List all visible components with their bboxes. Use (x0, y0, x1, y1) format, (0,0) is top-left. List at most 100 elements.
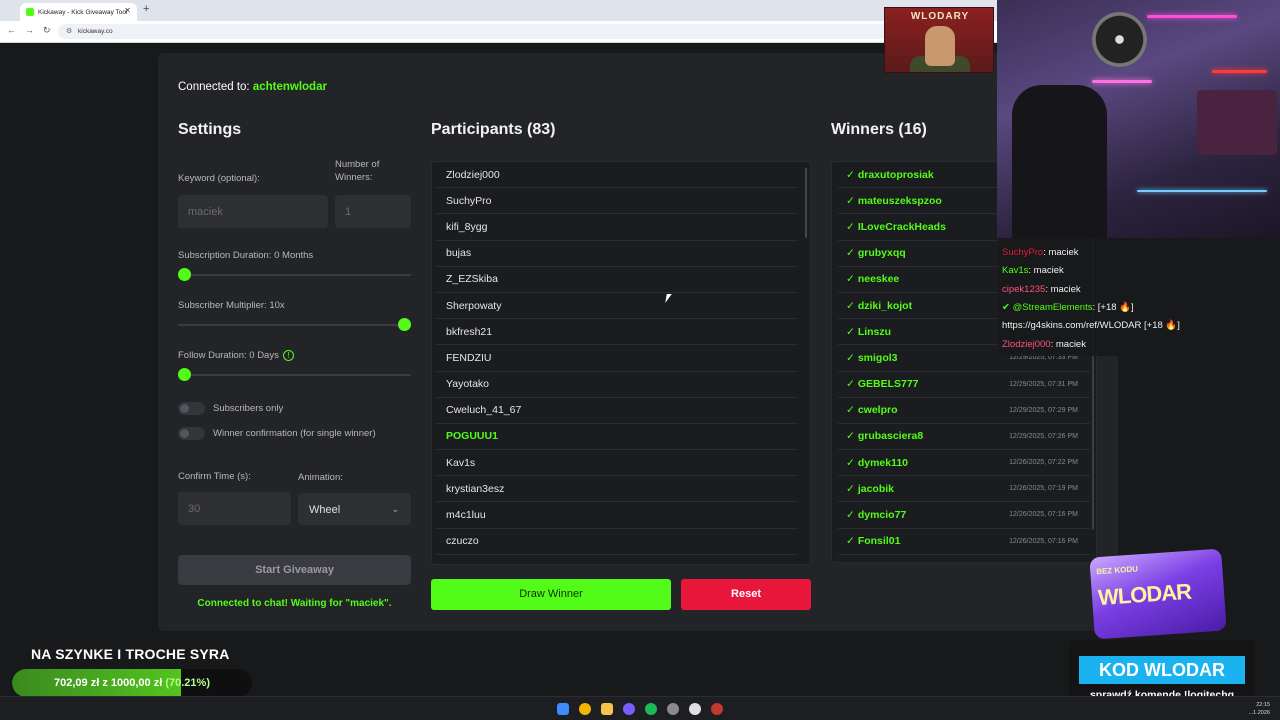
follow-duration-slider[interactable] (178, 368, 411, 381)
winner-timestamp: 12/26/2025, 07:22 PM (1009, 459, 1078, 467)
winner-name: neeskee (857, 273, 900, 286)
follow-duration-label: Follow Duration: 0 Days! (178, 349, 294, 362)
winner-name: Linszu (857, 325, 892, 338)
back-icon[interactable]: ← (7, 25, 16, 35)
winners-title: Winners (16) (831, 121, 927, 138)
promo-box: BEZ KODU WLODAR (1089, 548, 1227, 640)
promo-code-title: KOD WLODAR (1079, 656, 1245, 684)
slider-thumb[interactable] (398, 318, 411, 331)
neon-light (1147, 15, 1237, 18)
reset-button[interactable]: Reset (681, 579, 811, 610)
winner-timestamp: 12/26/2025, 07:16 PM (1009, 537, 1078, 545)
goal-target: 1000,00 zł (110, 677, 163, 689)
checkmark-icon: ✓ (846, 430, 855, 443)
donation-goal-title: NA SZYNKE I TROCHE SYRA (31, 646, 230, 662)
start-menu-icon[interactable] (557, 703, 569, 715)
winner-row: ✓ cwelpro 12/29/2025, 07:29 PM (838, 398, 1090, 424)
spotify-icon[interactable] (645, 703, 657, 715)
participant-row: krystian3esz (436, 476, 798, 503)
chat-text: : maciek (1050, 338, 1086, 350)
banner-text: WLODARY (910, 11, 970, 22)
winner-row: ✓ jacobik 12/26/2025, 07:19 PM (838, 476, 1090, 503)
forward-icon[interactable]: → (25, 25, 34, 35)
chat-message: Kav1s: maciek (1002, 265, 1064, 276)
chat-overlay: SuchyPro: maciek Kav1s: maciek cipek1235: … (998, 238, 1280, 356)
winners-count-input[interactable]: 1 (335, 195, 411, 228)
reload-icon[interactable]: ↻ (43, 25, 51, 36)
winner-name: mateuszekspzoo (857, 194, 942, 207)
slider-thumb[interactable] (178, 268, 191, 281)
chat-status: Connected to chat! Waiting for "maciek". (197, 598, 392, 609)
discord-icon[interactable] (623, 703, 635, 715)
checkmark-icon: ✓ (846, 378, 855, 391)
participants-title: Participants (83) (431, 121, 556, 138)
participants-scrollbar[interactable] (805, 168, 807, 238)
keyword-input[interactable]: maciek (178, 195, 328, 228)
participants-list[interactable]: Zlodziej000 SuchyPro kifi_8ygg bujas Z_EZSki… (431, 161, 811, 565)
checkmark-icon: ✓ (846, 325, 855, 338)
chrome-icon[interactable] (579, 703, 591, 715)
chat-text: : maciek (1045, 283, 1081, 295)
new-tab-icon[interactable]: + (143, 3, 149, 15)
info-icon[interactable]: ! (282, 349, 294, 361)
draw-winner-button[interactable]: Draw Winner (431, 579, 671, 610)
chat-text: : maciek (1028, 265, 1064, 277)
participant-row: bkfresh21 (436, 319, 798, 346)
checkmark-icon: ✓ (846, 535, 855, 548)
settings-title: Settings (178, 121, 242, 138)
winner-confirmation-label: Winner confirmation (for single winner) (213, 428, 376, 439)
connection-info: Connected to: achtenwlodar (178, 81, 327, 93)
chat-text: : maciek (1043, 247, 1079, 258)
participant-row: POGUUU1 (436, 424, 798, 451)
winner-confirmation-toggle[interactable] (178, 427, 205, 440)
winner-row: ✓ Fonsil01 12/26/2025, 07:16 PM (838, 529, 1090, 555)
verified-icon: ✔ (1002, 301, 1013, 313)
clock-time: 22:15 (1256, 702, 1270, 708)
checkmark-icon: ✓ (846, 194, 855, 207)
chrome-profile-icon[interactable] (667, 703, 679, 715)
winner-name: dymcio77 (857, 509, 907, 522)
start-giveaway-button[interactable]: Start Giveaway (178, 555, 411, 585)
file-explorer-icon[interactable] (601, 703, 613, 715)
winners-count-label: Number of Winners: (335, 159, 380, 183)
app-icon[interactable] (711, 703, 723, 715)
subscriber-multiplier-slider[interactable] (178, 318, 411, 331)
address-bar[interactable]: ⚙ kickaway.co (58, 24, 888, 39)
confirm-time-input[interactable]: 30 (178, 492, 291, 525)
winner-timestamp: 12/29/2025, 07:26 PM (1009, 432, 1078, 440)
subscription-duration-slider[interactable] (178, 268, 411, 281)
checkmark-icon: ✓ (846, 299, 855, 312)
winner-name: Fonsil01 (857, 535, 901, 548)
chat-message: ✔ @StreamElements: [+18 🔥] (1002, 302, 1134, 313)
screen: Kickaway - Kick Giveaway Tool ✕ + ← → ↻ … (0, 0, 1280, 720)
clock-date: ...1.2026 (1248, 710, 1270, 716)
winner-name: dziki_kojot (857, 299, 913, 312)
participant-row: kifi_8ygg (436, 214, 798, 241)
vinyl-record-decoration (1092, 12, 1147, 67)
keyword-label: Keyword (optional): (178, 173, 260, 184)
system-clock[interactable]: 22:15 ...1.2026 (1249, 701, 1270, 717)
winner-row: ✓ GEBELS777 12/29/2025, 07:31 PM (838, 372, 1090, 398)
winner-name: cwelpro (857, 404, 898, 417)
winner-name: grubyxqq (857, 247, 906, 260)
winner-row: ✓ dymcio77 12/26/2025, 07:16 PM (838, 502, 1090, 529)
site-info-icon[interactable]: ⚙ (66, 27, 72, 35)
slider-thumb[interactable] (178, 368, 191, 381)
app-icon[interactable] (689, 703, 701, 715)
winner-timestamp: 12/29/2025, 07:31 PM (1009, 380, 1078, 388)
chevron-down-icon: ⌄ (391, 504, 399, 514)
winner-row: ✓ grubasciera8 12/29/2025, 07:26 PM (838, 424, 1090, 451)
streamer-banner: WLODARY (884, 7, 994, 73)
subscribers-only-toggle[interactable] (178, 402, 205, 415)
browser-tab[interactable]: Kickaway - Kick Giveaway Tool ✕ (20, 3, 137, 21)
winner-name: dymek110 (857, 456, 909, 469)
close-tab-icon[interactable]: ✕ (124, 6, 131, 15)
animation-select[interactable]: Wheel ⌄ (298, 493, 411, 525)
kickaway-favicon-icon (26, 8, 34, 16)
subscribers-only-label: Subscribers only (213, 403, 284, 414)
checkmark-icon: ✓ (846, 509, 855, 522)
winner-row: ✓ dymek110 12/26/2025, 07:22 PM (838, 450, 1090, 477)
winner-name: GEBELS777 (857, 378, 919, 391)
chat-message: Zlodziej000: maciek (1002, 339, 1086, 350)
chat-message: SuchyPro: maciek (1002, 247, 1079, 258)
